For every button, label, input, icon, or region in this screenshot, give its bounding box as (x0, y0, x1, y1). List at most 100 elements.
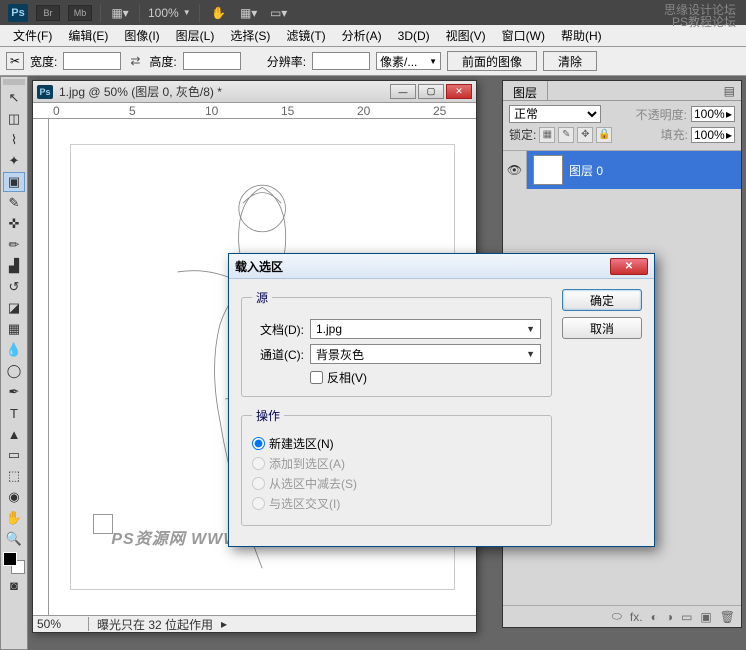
chevron-down-icon: ▼ (183, 8, 191, 17)
lock-pixels-icon[interactable]: ✎ (558, 127, 574, 143)
adjustment-layer-icon[interactable]: ◑ (666, 610, 673, 624)
color-swatches[interactable] (3, 552, 25, 574)
panel-menu-icon[interactable]: ▤ (718, 81, 741, 100)
zoom-field[interactable]: 50% (37, 617, 89, 631)
marquee-tool[interactable]: ◫ (3, 109, 25, 129)
height-input[interactable] (183, 52, 241, 70)
clear-button[interactable]: 清除 (543, 51, 597, 71)
chevron-down-icon: ▼ (526, 324, 535, 334)
3d-camera-tool[interactable]: ◉ (3, 487, 25, 507)
zoom-control[interactable]: 100% ▼ (148, 6, 191, 20)
hand-tool-icon[interactable]: ✋ (208, 4, 230, 22)
document-combo[interactable]: 1.jpg ▼ (310, 319, 541, 339)
layer-row[interactable]: 👁 图层 0 (503, 151, 741, 189)
op-add-label: 添加到选区(A) (269, 455, 345, 472)
lock-all-icon[interactable]: 🔒 (596, 127, 612, 143)
eraser-tool[interactable]: ◪ (3, 298, 25, 318)
blend-mode-select[interactable]: 正常 (509, 105, 601, 123)
zoom-tool[interactable]: 🔍 (3, 529, 25, 549)
fill-field[interactable]: 100%▸ (691, 127, 735, 143)
crop-tool-icon[interactable]: ✂ (6, 52, 24, 70)
3d-tool[interactable]: ⬚ (3, 466, 25, 486)
stamp-tool[interactable]: ▟ (3, 256, 25, 276)
dialog-titlebar[interactable]: 载入选区 ✕ (229, 254, 654, 279)
unit-combo[interactable]: 像素/...▼ (376, 52, 441, 70)
layer-fx-icon[interactable]: fx. (630, 610, 643, 624)
menu-window[interactable]: 窗口(W) (495, 25, 552, 46)
layer-thumbnail[interactable] (533, 155, 563, 185)
menu-help[interactable]: 帮助(H) (554, 25, 609, 46)
layer-options: 正常 不透明度: 100%▸ 锁定: ▦ ✎ ✥ 🔒 填充: 100%▸ (503, 101, 741, 151)
brush-tool[interactable]: ✏ (3, 235, 25, 255)
layer-mask-icon[interactable]: ◐ (651, 610, 658, 624)
arrange-docs-icon[interactable]: ▦▾ (238, 4, 260, 22)
dialog-close-button[interactable]: ✕ (610, 258, 648, 275)
minibridge-button[interactable]: Mb (68, 5, 92, 21)
view-extras-icon[interactable]: ▦▾ (109, 4, 131, 22)
op-new-label[interactable]: 新建选区(N) (269, 435, 334, 452)
blur-tool[interactable]: 💧 (3, 340, 25, 360)
document-titlebar[interactable]: Ps 1.jpg @ 50% (图层 0, 灰色/8) * — ▢ ✕ (33, 81, 476, 103)
crop-tool[interactable]: ▣ (3, 172, 25, 192)
lock-transparent-icon[interactable]: ▦ (539, 127, 555, 143)
gradient-tool[interactable]: ▦ (3, 319, 25, 339)
healing-tool[interactable]: ✜ (3, 214, 25, 234)
status-menu-icon[interactable]: ▸ (221, 617, 227, 631)
menu-image[interactable]: 图像(I) (117, 25, 166, 46)
history-brush-tool[interactable]: ↺ (3, 277, 25, 297)
invert-label[interactable]: 反相(V) (327, 369, 367, 386)
path-select-tool[interactable]: ▲ (3, 424, 25, 444)
eyedropper-tool[interactable]: ✎ (3, 193, 25, 213)
quick-mask-tool[interactable]: ◙ (3, 575, 25, 595)
shape-tool[interactable]: ▭ (3, 445, 25, 465)
new-layer-icon[interactable]: ▣ (700, 610, 711, 624)
lasso-tool[interactable]: ⌇ (3, 130, 25, 150)
move-tool[interactable]: ↖ (3, 88, 25, 108)
menu-analysis[interactable]: 分析(A) (335, 25, 389, 46)
menu-select[interactable]: 选择(S) (223, 25, 277, 46)
link-layers-icon[interactable]: ⬭ (612, 609, 622, 624)
maximize-button[interactable]: ▢ (418, 84, 444, 99)
quick-select-tool[interactable]: ✦ (3, 151, 25, 171)
dodge-tool[interactable]: ◯ (3, 361, 25, 381)
separator (139, 4, 140, 22)
menu-layer[interactable]: 图层(L) (169, 25, 222, 46)
ruler-horizontal[interactable]: 0 5 10 15 20 25 (33, 103, 476, 119)
lock-position-icon[interactable]: ✥ (577, 127, 593, 143)
ruler-vertical[interactable] (33, 119, 49, 615)
hand-tool[interactable]: ✋ (3, 508, 25, 528)
chevron-down-icon: ▼ (429, 57, 437, 66)
minimize-button[interactable]: — (390, 84, 416, 99)
panel-handle[interactable] (3, 79, 25, 85)
op-add-radio (252, 457, 265, 470)
op-new-radio[interactable] (252, 437, 265, 450)
front-image-button[interactable]: 前面的图像 (447, 51, 537, 71)
group-icon[interactable]: ▭ (681, 610, 692, 624)
foreground-color[interactable] (3, 552, 17, 566)
layer-name[interactable]: 图层 0 (569, 162, 603, 179)
menu-3d[interactable]: 3D(D) (391, 27, 437, 45)
width-input[interactable] (63, 52, 121, 70)
cancel-button[interactable]: 取消 (562, 317, 642, 339)
bridge-button[interactable]: Br (36, 5, 60, 21)
menu-view[interactable]: 视图(V) (439, 25, 493, 46)
resolution-input[interactable] (312, 52, 370, 70)
close-button[interactable]: ✕ (446, 84, 472, 99)
delete-layer-icon[interactable]: 🗑 (720, 610, 735, 624)
menu-filter[interactable]: 滤镜(T) (279, 25, 332, 46)
operation-group: 操作 新建选区(N) 添加到选区(A) 从选区中减去(S) 与选区交叉(I) (241, 407, 552, 526)
screen-mode-icon[interactable]: ▭▾ (268, 4, 290, 22)
menu-file[interactable]: 文件(F) (6, 25, 59, 46)
operation-legend: 操作 (252, 407, 284, 424)
swap-icon[interactable]: ⇄ (127, 54, 143, 68)
menu-edit[interactable]: 编辑(E) (61, 25, 115, 46)
type-tool[interactable]: T (3, 403, 25, 423)
channel-combo[interactable]: 背景灰色 ▼ (310, 344, 541, 364)
ok-button[interactable]: 确定 (562, 289, 642, 311)
tab-layers[interactable]: 图层 (503, 81, 548, 100)
opacity-field[interactable]: 100%▸ (691, 106, 735, 122)
visibility-toggle-icon[interactable]: 👁 (503, 151, 527, 189)
invert-checkbox[interactable] (310, 371, 323, 384)
chevron-icon: ▸ (726, 107, 732, 121)
pen-tool[interactable]: ✒ (3, 382, 25, 402)
